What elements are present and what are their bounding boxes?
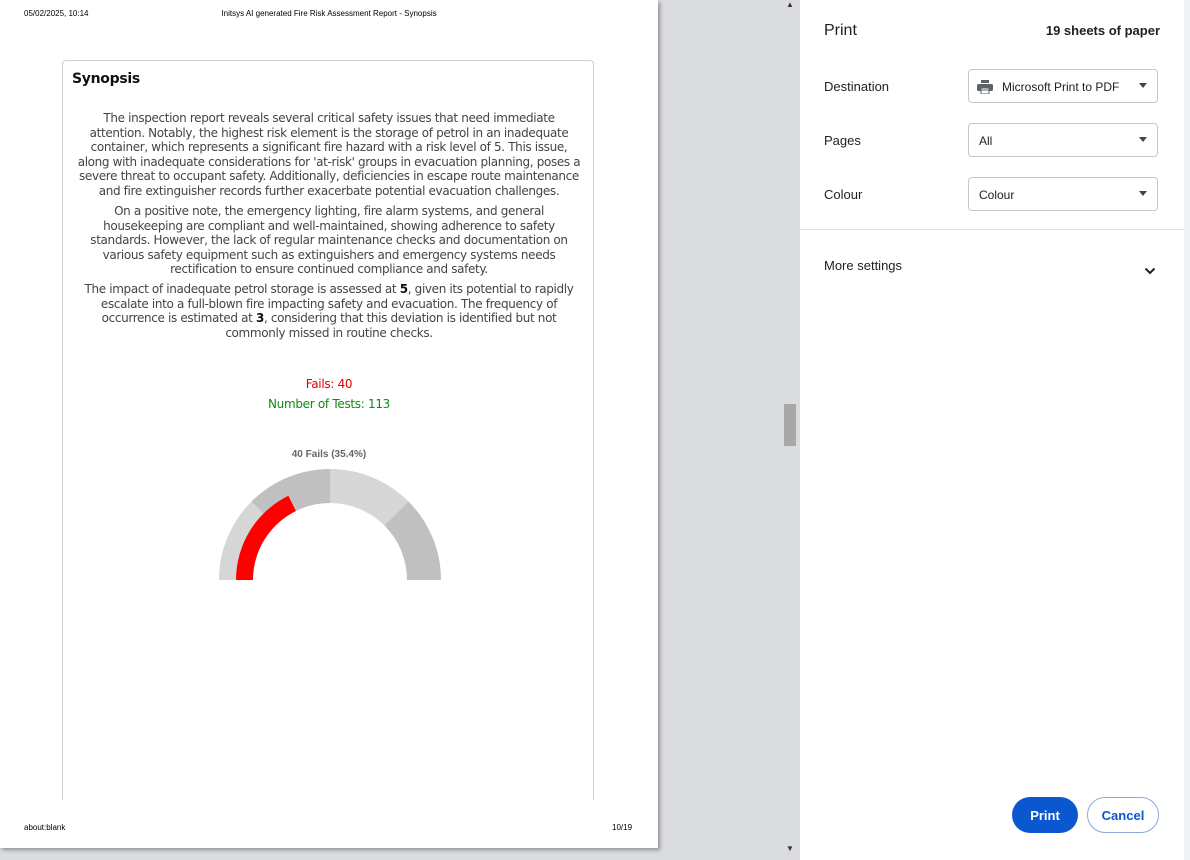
- tests-count: Number of Tests: 113: [267, 397, 391, 411]
- page-header-title: Initsys AI generated Fire Risk Assessmen…: [221, 9, 437, 18]
- colour-value: Colour: [979, 188, 1015, 202]
- preview-scrollbar[interactable]: ▲ ▼: [782, 0, 798, 860]
- synopsis-card: Synopsis The inspection report reveals s…: [62, 60, 594, 800]
- sheets-count: 19 sheets of paper: [1045, 23, 1160, 38]
- print-settings-panel: Print 19 sheets of paper Destination Mic…: [800, 0, 1190, 860]
- caret-down-icon: [1139, 191, 1147, 196]
- page-footer-page-number: 10/19: [612, 823, 633, 832]
- destination-value: Microsoft Print to PDF: [1002, 80, 1120, 94]
- fails-gauge-chart: [219, 469, 441, 580]
- cancel-button[interactable]: Cancel: [1087, 797, 1159, 833]
- scroll-thumb[interactable]: [784, 404, 796, 446]
- destination-select[interactable]: Microsoft Print to PDF: [968, 69, 1158, 103]
- gauge-title: 40 Fails (35.4%): [291, 449, 367, 460]
- p3-text-c: , considering that this deviation is ide…: [225, 311, 557, 340]
- fails-count: Fails: 40: [305, 377, 353, 391]
- pages-value: All: [979, 134, 993, 148]
- frequency-value: 3: [255, 311, 264, 325]
- pages-label: Pages: [824, 133, 861, 148]
- scroll-up-arrow-icon[interactable]: ▲: [786, 0, 794, 9]
- caret-down-icon: [1139, 83, 1147, 88]
- synopsis-title: Synopsis: [72, 71, 140, 87]
- preview-page: 05/02/2025, 10:14 Initsys AI generated F…: [0, 0, 658, 848]
- caret-down-icon: [1139, 137, 1147, 142]
- pages-select[interactable]: All: [968, 123, 1158, 157]
- print-button[interactable]: Print: [1012, 797, 1078, 833]
- chevron-down-icon[interactable]: [1144, 262, 1156, 280]
- more-settings-toggle[interactable]: More settings: [824, 258, 902, 273]
- print-preview-area: 05/02/2025, 10:14 Initsys AI generated F…: [0, 0, 782, 860]
- page-footer-url: about:blank: [24, 823, 66, 832]
- settings-divider: [800, 229, 1184, 230]
- printer-icon: [977, 80, 993, 99]
- p3-text-a: The impact of inadequate petrol storage …: [84, 282, 400, 296]
- colour-label: Colour: [824, 187, 863, 202]
- print-panel-title: Print: [824, 22, 857, 39]
- synopsis-paragraph-2: On a positive note, the emergency lighti…: [90, 204, 568, 276]
- synopsis-paragraph-1: The inspection report reveals several cr…: [77, 111, 581, 198]
- synopsis-paragraph-3: The impact of inadequate petrol storage …: [77, 282, 581, 340]
- colour-select[interactable]: Colour: [968, 177, 1158, 211]
- scroll-down-arrow-icon[interactable]: ▼: [786, 844, 794, 853]
- panel-edge: [1184, 0, 1190, 860]
- impact-value: 5: [399, 282, 408, 296]
- destination-label: Destination: [824, 79, 890, 94]
